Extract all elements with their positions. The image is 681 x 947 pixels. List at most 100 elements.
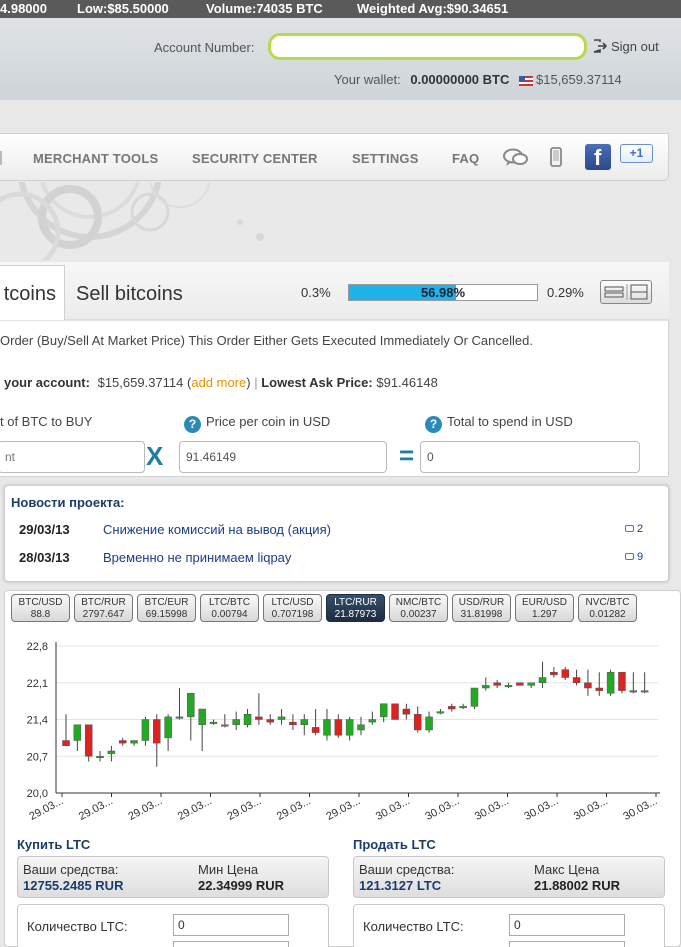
candle-body <box>153 719 161 744</box>
chat-icon[interactable] <box>503 147 529 169</box>
progress-text: 56.98% <box>420 285 466 300</box>
wallet-line: Your wallet: 0.00000000 BTC $15,659.3711… <box>334 72 622 87</box>
candle-body <box>470 687 479 707</box>
account-label: your account: <box>4 375 90 390</box>
nav-merchant-tools[interactable]: MERCHANT TOOLS <box>33 151 158 166</box>
pair-button-btc-eur[interactable]: BTC/EUR 69.15998 <box>137 594 196 622</box>
tab-sell-bitcoins[interactable]: Sell bitcoins <box>76 283 183 306</box>
news-link[interactable]: Временно не принимаем liqpay <box>103 550 291 565</box>
equals-sign: = <box>399 440 415 470</box>
news-title: Новости проекта: <box>11 495 125 510</box>
pair-name: BTC/USD <box>18 597 63 608</box>
news-comment-count[interactable]: 2 <box>625 523 643 535</box>
wallet-label: Your wallet: <box>334 72 401 87</box>
candle-body <box>311 727 320 733</box>
pair-price: 21.87973 <box>334 609 377 620</box>
candle-body <box>266 719 274 723</box>
candle-body <box>323 719 331 736</box>
wallet-usd: $15,659.37114 <box>536 72 622 87</box>
candle-body <box>130 740 138 744</box>
candle-body <box>561 669 569 678</box>
multiply-sign: X <box>146 441 164 471</box>
news-date: 28/03/13 <box>19 550 70 565</box>
add-more-link[interactable]: add more <box>191 375 246 390</box>
facebook-icon[interactable]: f <box>585 144 611 170</box>
x-tick-label: 29.03... <box>225 795 263 823</box>
buy-qty-input[interactable] <box>173 914 289 936</box>
x-tick-label: 29.03... <box>176 795 214 823</box>
pair-name: LTC/USD <box>271 597 314 608</box>
candle-body <box>436 711 445 714</box>
news-comment-count[interactable]: 9 <box>625 551 643 563</box>
pair-price: 1.297 <box>531 609 558 620</box>
pair-button-eur-usd[interactable]: EUR/USD 1.297 <box>515 594 574 622</box>
news-link[interactable]: Снижение комиссий на вывод (акция) <box>103 522 331 537</box>
pair-button-ltc-rur[interactable]: LTC/RUR 21.87973 <box>326 594 385 622</box>
sell-qty-label: Количество LTC: <box>363 919 464 934</box>
price-input[interactable] <box>179 441 387 473</box>
swirl-decoration <box>0 182 264 260</box>
candle-body <box>538 677 547 683</box>
pair-name: NMC/BTC <box>395 597 442 608</box>
layout-toggle-icon[interactable] <box>600 280 652 304</box>
pair-button-nmc-btc[interactable]: NMC/BTC 0.00237 <box>389 594 448 622</box>
pair-name: BTC/EUR <box>144 597 189 608</box>
candle-body <box>175 716 184 719</box>
sign-out-link[interactable]: Sign out <box>593 39 659 54</box>
sell-price-input[interactable] <box>509 941 625 947</box>
sell-price-value: 21.88002 RUR <box>534 878 620 893</box>
ticker-last: 4.98000 <box>0 1 47 16</box>
pair-price: 0.00794 <box>211 609 248 620</box>
pair-button-ltc-usd[interactable]: LTC/USD 0.707198 <box>263 594 322 622</box>
candle-body <box>243 714 252 725</box>
nav-faq[interactable]: FAQ <box>452 151 479 166</box>
candle-body <box>141 719 150 741</box>
total-input[interactable] <box>420 441 640 473</box>
sell-qty-input[interactable] <box>509 914 625 936</box>
fee-left: 0.3% <box>301 285 331 300</box>
candle-body <box>84 724 93 757</box>
wallet-btc: 0.00000000 BTC <box>410 72 510 87</box>
nav-settings[interactable]: SETTINGS <box>352 151 419 166</box>
google-plus-one-button[interactable]: +1 <box>620 144 653 163</box>
candle-body <box>493 682 501 686</box>
chart-candles <box>62 661 649 767</box>
order-description: Order (Buy/Sell At Market Price) This Or… <box>0 333 533 348</box>
total-label: Total to spend in USD <box>447 414 573 429</box>
pair-name: EUR/USD <box>521 597 567 608</box>
tab-buy-bitcoins[interactable]: tcoins <box>0 265 65 320</box>
nav-security-center[interactable]: SECURITY CENTER <box>192 151 318 166</box>
candle-body <box>425 716 433 731</box>
pair-price: 69.15998 <box>145 609 188 620</box>
help-icon[interactable]: ? <box>184 416 201 433</box>
pair-price: 88.8 <box>30 609 51 620</box>
x-tick-label: 30.03... <box>473 795 511 823</box>
sell-price-label: Макс Цена <box>534 862 600 877</box>
help-icon[interactable]: ? <box>425 416 442 433</box>
pair-button-ltc-btc[interactable]: LTC/BTC 0.00794 <box>200 594 259 622</box>
buy-funds-label: Ваши средства: <box>23 862 119 877</box>
x-tick-label: 30.03... <box>423 795 461 823</box>
candle-body <box>640 690 649 693</box>
lowest-ask-value: $91.46148 <box>376 375 438 390</box>
buy-price-value: 22.34999 RUR <box>198 878 284 893</box>
fee-progress-bar: 56.98% <box>348 284 538 301</box>
pair-button-btc-rur[interactable]: BTC/RUR 2797.647 <box>74 594 133 622</box>
sign-out-icon <box>593 39 608 53</box>
pair-button-nvc-btc[interactable]: NVC/BTC 0.01282 <box>578 594 637 622</box>
pair-button-btc-usd[interactable]: BTC/USD 88.8 <box>11 594 70 622</box>
pair-name: NVC/BTC <box>585 597 630 608</box>
toggle-bars-icon <box>604 284 648 300</box>
candle-body <box>164 716 172 739</box>
pair-button-usd-rur[interactable]: USD/RUR 31.81998 <box>452 594 511 622</box>
pair-price: 0.707198 <box>271 609 314 620</box>
account-number-field[interactable] <box>268 33 587 60</box>
us-flag-icon <box>519 75 533 86</box>
candle-body <box>482 685 490 689</box>
x-tick-label: 29.03... <box>275 795 313 823</box>
candle-body <box>572 677 581 683</box>
amount-input[interactable] <box>0 441 145 473</box>
mobile-icon[interactable] <box>550 147 562 167</box>
candle-body <box>584 682 592 689</box>
buy-price-input[interactable] <box>173 941 289 947</box>
